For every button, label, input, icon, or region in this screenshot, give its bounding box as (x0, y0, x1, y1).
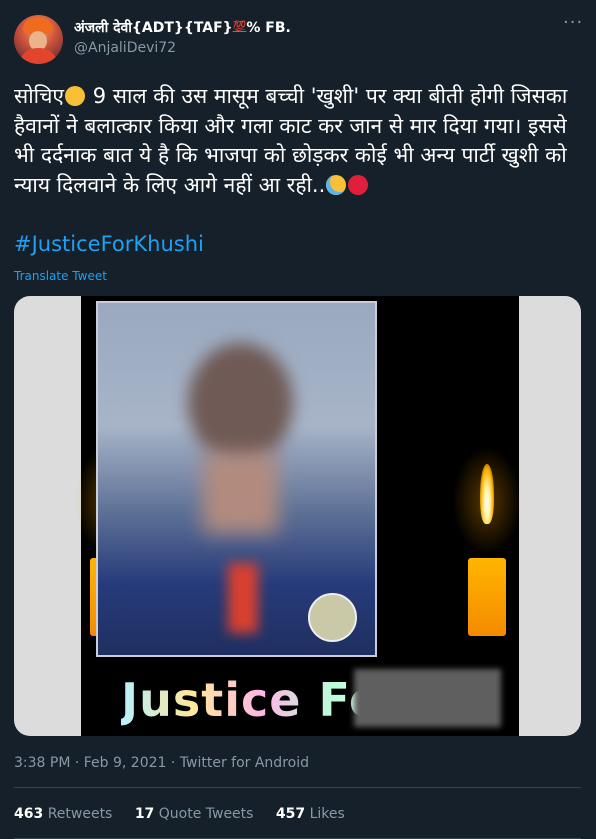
divider-top (14, 787, 581, 788)
likes-stat[interactable]: 457 Likes (276, 806, 345, 822)
likes-count: 457 (275, 806, 306, 822)
portrait-head-blur (188, 343, 293, 463)
hundred-icon: 💯 (232, 20, 247, 33)
avatar-robe (19, 48, 58, 64)
avatar[interactable] (14, 15, 63, 64)
angry-face-icon (348, 174, 369, 195)
tweet-media-image[interactable]: Justice For (14, 296, 581, 736)
quote-label: Quote Tweets (158, 806, 254, 822)
thinking-face-icon (65, 86, 86, 106)
tweet-text-lead: सोचिए (14, 84, 65, 108)
author-handle[interactable]: @AnjaliDevi72 (74, 40, 176, 56)
author-name-text: अंजली देवी{ADT}{TAF} (74, 20, 233, 36)
candle-flame-right-icon (480, 464, 494, 524)
tweet-timestamp[interactable]: 3:38 PM · Feb 9, 2021 · Twitter for Andr… (14, 755, 309, 771)
candle-right-icon (468, 558, 506, 636)
author-name-suffix: % FB. (246, 20, 291, 36)
retweets-label: Retweets (47, 806, 113, 822)
author-display-name[interactable]: अंजली देवी{ADT}{TAF}💯% FB. (74, 18, 291, 37)
school-emblem-icon (308, 593, 357, 642)
more-horizontal-icon[interactable]: ··· (563, 14, 583, 32)
blurred-name-box (354, 669, 501, 727)
portrait-shirt-blur (228, 563, 258, 633)
tweet-text: सोचिए 9 साल की उस मासूम बच्ची 'खुशी' पर … (14, 82, 580, 200)
likes-label: Likes (309, 806, 345, 822)
quote-count: 17 (134, 806, 155, 822)
crying-face-icon (326, 174, 347, 195)
quote-tweets-stat[interactable]: 17 Quote Tweets (135, 806, 254, 822)
blurred-portrait (96, 301, 377, 657)
portrait-neck-blur (203, 453, 278, 533)
hashtag-link[interactable]: #JusticeForKhushi (14, 232, 204, 256)
retweets-stat[interactable]: 463 Retweets (14, 806, 112, 822)
tweet-text-body: 9 साल की उस मासूम बच्ची 'खुशी' पर क्या ब… (14, 84, 568, 197)
engagement-stats: 463 Retweets 17 Quote Tweets 457 Likes (14, 806, 363, 822)
retweets-count: 463 (14, 806, 44, 822)
translate-tweet-link[interactable]: Translate Tweet (14, 269, 107, 283)
